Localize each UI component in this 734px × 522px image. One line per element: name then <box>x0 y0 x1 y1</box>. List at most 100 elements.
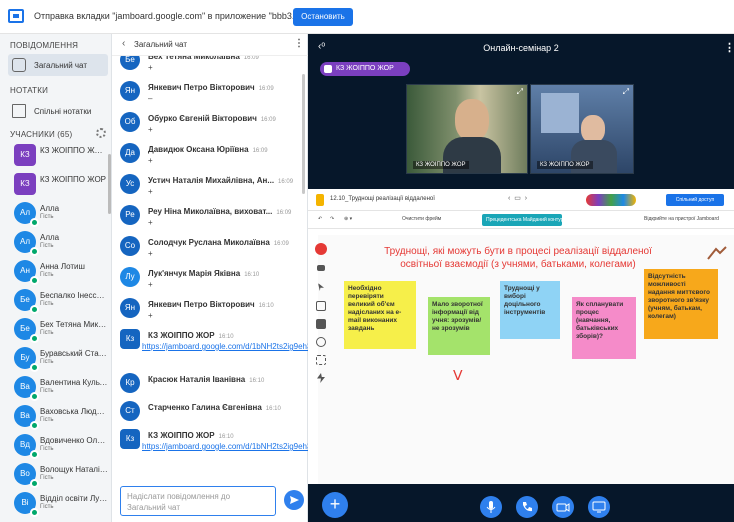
message-time: 16:10 <box>249 378 265 384</box>
sidebar-scrollbar[interactable] <box>108 154 111 214</box>
user-name: Волощук Наталія ... <box>40 465 108 474</box>
board-heading: Труднощі, які можуть бути в процесі реал… <box>384 246 652 270</box>
user-role: Гість <box>40 272 54 278</box>
chevron-left-icon[interactable]: ‹ <box>122 38 125 49</box>
webcam-button[interactable] <box>552 496 574 518</box>
avatar: КЗ <box>14 173 36 195</box>
message-author: КЗ ЖОІППО ЖОР 16:10 <box>148 331 234 340</box>
image-tool-icon[interactable] <box>316 319 326 329</box>
undo-icon[interactable]: ↶ <box>318 216 322 222</box>
stop-sharing-button[interactable]: Остановить <box>293 8 353 26</box>
online-status-icon <box>30 479 39 488</box>
screen-share-icon <box>592 501 606 513</box>
message-time: 16:10 <box>258 303 274 309</box>
user-list-item[interactable]: Ва Валентина Кульч... Гість <box>0 374 111 401</box>
user-list-item[interactable]: Ал Алла Гість <box>0 229 111 256</box>
user-list-item[interactable]: КЗ КЗ ЖОІППО ЖОР (Ви) <box>0 142 111 168</box>
avatar: Ві <box>14 492 39 517</box>
open-on-device-hint[interactable]: Відкрийте на пристрої Jamboard <box>644 216 732 222</box>
chat-scrollbar[interactable] <box>302 74 305 194</box>
sticky-note[interactable]: Відсутність можливості надання миттєвого… <box>644 269 718 339</box>
user-name: Анна Лотиш <box>40 262 85 271</box>
user-list-item[interactable]: Бу Буравський Стані... Гість <box>0 345 111 372</box>
select-tool-icon[interactable] <box>318 283 324 291</box>
message-author: Устич Наталія Михайлівна, Ан... 16:09 <box>148 176 294 185</box>
user-list-item[interactable]: Бе Беспалко Інесса ... Гість <box>0 287 111 314</box>
message-text: + <box>148 218 153 227</box>
user-role: Гість <box>40 214 54 220</box>
share-screen-button[interactable] <box>588 496 610 518</box>
user-name: Вдовиченко Олен... <box>40 436 108 445</box>
user-list-item[interactable]: КЗ КЗ ЖОІППО ЖОР <box>0 171 111 197</box>
sidebar-item-label: Спільні нотатки <box>34 106 92 116</box>
leave-audio-button[interactable] <box>516 496 538 518</box>
message-time: 16:10 <box>265 406 281 412</box>
fullscreen-icon[interactable]: ⤢ <box>623 87 629 97</box>
avatar: Вд <box>14 434 39 459</box>
message-author: Янкевич Петро Вікторович 16:09 <box>148 83 274 92</box>
fullscreen-icon[interactable]: ⤢ <box>517 87 523 97</box>
webcam-video-2[interactable]: ⤢ КЗ ЖОІППО ЖОР <box>530 84 634 174</box>
sticky-note[interactable]: Труднощі у виборі доцільного інструменті… <box>500 281 560 339</box>
user-list-item[interactable]: Бе Бех Тетяна Микол... Гість <box>0 316 111 343</box>
message-text: + <box>148 311 153 320</box>
user-name: Алла <box>40 204 60 213</box>
chat-message-input[interactable]: Надіслати повідомлення до Загальний чат <box>120 486 276 516</box>
sticky-note[interactable]: Необхідно перевіряти великий об'єм надіс… <box>344 281 416 349</box>
user-name: Відділ освіти Луги... <box>40 494 108 503</box>
user-list-item[interactable]: Во Волощук Наталія ... Гість <box>0 461 111 488</box>
online-status-icon <box>30 305 39 314</box>
notes-icon <box>12 104 26 118</box>
sticky-note-icon[interactable] <box>316 301 326 311</box>
gear-icon[interactable] <box>96 128 106 138</box>
clear-frame-button[interactable]: Очистити фрейм <box>402 216 441 222</box>
eraser-tool-icon[interactable] <box>317 265 325 271</box>
jamboard-logo-icon <box>316 194 324 206</box>
user-name: КЗ ЖОІППО ЖОР (Ви) <box>40 146 106 155</box>
sidebar-item-shared-notes[interactable]: Спільні нотатки <box>8 100 108 122</box>
options-menu-icon[interactable]: ⋮ <box>724 41 734 54</box>
avatar: Ал <box>14 231 39 256</box>
actions-button[interactable]: + <box>322 492 348 518</box>
laser-tool-icon[interactable] <box>317 373 325 383</box>
presentation-area: ‹ᵒ Онлайн-семінар 2 ⋮ КЗ ЖОІППО ЖОР ⤢ КЗ… <box>308 34 734 522</box>
text-box-icon[interactable] <box>316 355 326 365</box>
online-status-icon <box>30 508 39 517</box>
zoom-icon[interactable]: ⊕ ▾ <box>344 216 352 222</box>
user-name: Бех Тетяна Микол... <box>40 320 108 329</box>
user-list-item[interactable]: Ві Відділ освіти Луги... Гість <box>0 490 111 517</box>
jamboard-title: 12.10_Труднощі реалізації віддаленої <box>330 196 435 202</box>
message-author: Янкевич Петро Вікторович 16:10 <box>148 300 274 309</box>
user-list-item[interactable]: Вд Вдовиченко Олен... Гість <box>0 432 111 459</box>
message-author: Бех Тетяна Миколаївна 16:09 <box>148 56 259 61</box>
circle-tool-icon[interactable] <box>316 337 326 347</box>
message-text: + <box>148 280 153 289</box>
message-link[interactable]: https://jamboard.google.com/d/1bNH2ts2ig… <box>142 441 308 453</box>
sidebar-item-public-chat[interactable]: Загальний чат <box>8 54 108 76</box>
microphone-button[interactable] <box>480 496 502 518</box>
send-button[interactable] <box>284 490 304 510</box>
webcam-video-1[interactable]: ⤢ КЗ ЖОІППО ЖОР <box>406 84 528 174</box>
more-options-icon[interactable]: ⋮ <box>294 38 304 49</box>
sticky-note[interactable]: Як спланувати процес (навчання, батьківс… <box>572 297 636 359</box>
share-button[interactable]: Спільний доступ <box>666 194 724 206</box>
chat-panel: ‹ Загальний чат ⋮ Бе Бех Тетяна Миколаївн… <box>112 34 308 522</box>
online-status-icon <box>30 276 39 285</box>
sticky-note[interactable]: Мало зворотної інформації від учня: зроз… <box>428 297 490 355</box>
redo-icon[interactable]: ↷ <box>330 216 334 222</box>
messages-section-header: ПОВІДОМЛЕННЯ <box>10 41 79 50</box>
user-list-item[interactable]: Ан Анна Лотиш Гість <box>0 258 111 285</box>
user-list-item[interactable]: Ва Ваховська Людми... Гість <box>0 403 111 430</box>
pen-tool-icon[interactable] <box>315 243 327 255</box>
send-icon <box>290 496 299 504</box>
background-button[interactable]: Прецедентська Майданий контур <box>482 214 562 226</box>
frame-navigator[interactable]: ‹ ▭ › <box>508 194 578 206</box>
message-text: + <box>148 125 153 134</box>
message-time: 16:10 <box>244 272 260 278</box>
user-list-item[interactable]: Ал Алла Гість <box>0 200 111 227</box>
message-link[interactable]: https://jamboard.google.com/d/1bNH2ts2ig… <box>142 341 308 353</box>
phone-icon <box>523 502 532 512</box>
notification-message: Отправка вкладки "jamboard.google.com" в… <box>34 11 336 21</box>
camera-icon <box>556 503 570 512</box>
avatar: Кр <box>120 373 140 393</box>
